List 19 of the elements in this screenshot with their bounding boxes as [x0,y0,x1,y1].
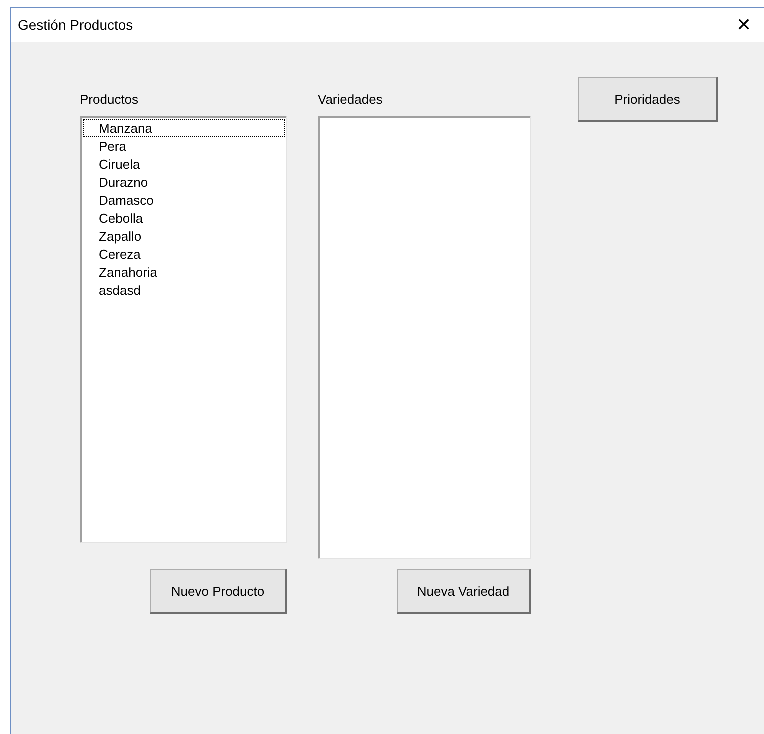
list-item[interactable]: Zapallo [83,227,285,245]
list-item[interactable]: Ciruela [83,155,285,173]
list-item[interactable]: asdasd [83,281,285,299]
variedades-label: Variedades [318,92,384,109]
productos-list[interactable]: Manzana Pera Ciruela Durazno Damasco Cebolla Zapallo Cereza Zanahoria asdasd [80,116,287,543]
window-title: Gestión Productos [18,17,134,33]
list-item[interactable]: Cebolla [83,209,285,227]
variedades-list[interactable] [318,116,531,559]
close-button[interactable]: ✕ [724,8,764,42]
list-item[interactable]: Cereza [83,245,285,263]
list-item[interactable]: Pera [83,137,285,155]
nuevo-producto-button[interactable]: Nuevo Producto [150,569,287,614]
list-item[interactable]: Zanahoria [83,263,285,281]
prioridades-button[interactable]: Prioridades [578,77,718,122]
list-item[interactable]: Durazno [83,173,285,191]
list-item[interactable]: Damasco [83,191,285,209]
productos-label: Productos [80,92,140,109]
nueva-variedad-button[interactable]: Nueva Variedad [397,569,531,614]
list-item[interactable]: Manzana [83,119,285,137]
